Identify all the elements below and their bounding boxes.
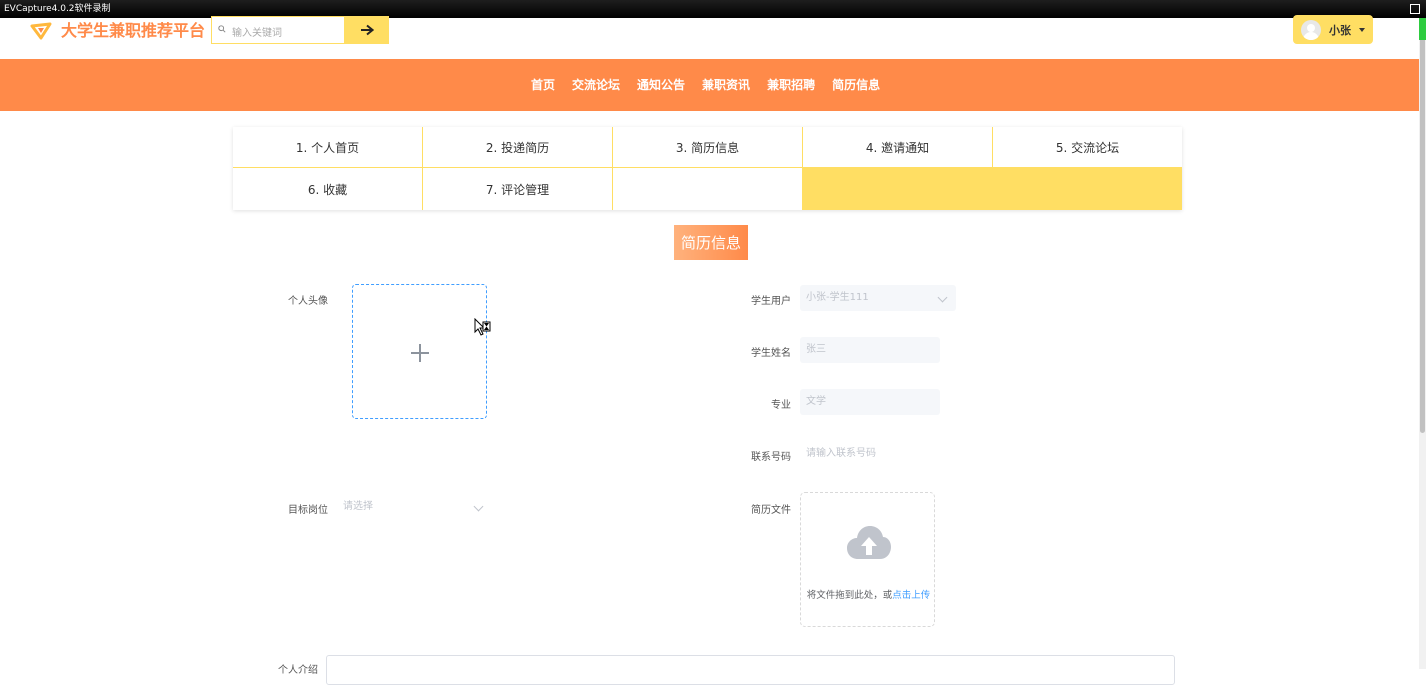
student-name-field[interactable]: 张三 <box>800 337 940 363</box>
section-title: 简历信息 <box>674 225 748 260</box>
phone-input[interactable]: 请输入联系号码 <box>800 441 940 467</box>
capture-title: EVCapture4.0.2软件录制 <box>4 4 111 14</box>
nav-item-news[interactable]: 兼职资讯 <box>702 76 750 94</box>
avatar-label: 个人头像 <box>288 296 328 307</box>
user-name: 小张 <box>1329 24 1351 37</box>
tab-favorites[interactable]: 6. 收藏 <box>233 168 423 210</box>
scrollbar-thumb[interactable] <box>1420 18 1425 433</box>
upload-hint: 将文件拖到此处，或点击上传 <box>806 590 931 601</box>
cloud-upload-icon <box>847 526 891 559</box>
search-input[interactable]: 输入关键词 <box>232 24 282 39</box>
tab-comments[interactable]: 7. 评论管理 <box>423 168 613 210</box>
tab-empty-cell <box>613 168 803 210</box>
green-indicator <box>1419 18 1426 40</box>
tab-submit-resume[interactable]: 2. 投递简历 <box>423 127 613 168</box>
student-user-label: 学生用户 <box>751 296 791 307</box>
student-name-label: 学生姓名 <box>751 348 791 359</box>
tab-forum[interactable]: 5. 交流论坛 <box>993 127 1182 168</box>
user-menu[interactable]: 小张 <box>1293 15 1373 44</box>
tab-personal-home[interactable]: 1. 个人首页 <box>233 127 423 168</box>
mouse-cursor-icon <box>474 318 491 336</box>
nav-item-jobs[interactable]: 兼职招聘 <box>767 76 815 94</box>
major-label: 专业 <box>771 400 791 411</box>
nav-item-notice[interactable]: 通知公告 <box>637 76 685 94</box>
tab-resume-info[interactable]: 3. 简历信息 <box>613 127 803 168</box>
user-center-tabs: 1. 个人首页 2. 投递简历 3. 简历信息 4. 邀请通知 5. 交流论坛 … <box>233 127 1182 210</box>
resume-file-dropzone[interactable]: 将文件拖到此处，或点击上传 <box>800 492 935 627</box>
resume-file-label: 简历文件 <box>751 505 791 516</box>
tab-filler <box>803 168 1182 210</box>
upload-link[interactable]: 点击上传 <box>892 590 930 601</box>
search-box[interactable]: 输入关键词 <box>211 16 389 44</box>
nav-item-resume[interactable]: 简历信息 <box>832 76 880 94</box>
logo-icon <box>30 22 52 40</box>
nav-item-forum[interactable]: 交流论坛 <box>572 76 620 94</box>
target-job-label: 目标岗位 <box>288 505 328 516</box>
arrow-right-icon <box>360 24 374 36</box>
caret-down-icon <box>1359 28 1365 32</box>
student-user-select[interactable]: 小张-学生111 <box>800 285 956 311</box>
tab-invitations[interactable]: 4. 邀请通知 <box>803 127 993 168</box>
page-scrollbar[interactable] <box>1419 18 1426 669</box>
nav-item-home[interactable]: 首页 <box>531 76 555 94</box>
main-nav: 首页 交流论坛 通知公告 兼职资讯 兼职招聘 简历信息 <box>0 59 1419 111</box>
major-field[interactable]: 文学 <box>800 389 940 415</box>
plus-icon <box>411 344 429 362</box>
search-button[interactable] <box>344 16 389 44</box>
search-icon <box>218 25 226 33</box>
fullscreen-icon[interactable] <box>1410 4 1420 14</box>
phone-label: 联系号码 <box>751 452 791 463</box>
avatar-upload[interactable] <box>352 284 487 419</box>
site-title[interactable]: 大学生兼职推荐平台 <box>61 20 205 42</box>
avatar <box>1301 20 1321 40</box>
intro-textarea[interactable] <box>326 655 1175 685</box>
target-job-select[interactable]: 请选择 <box>337 494 487 520</box>
